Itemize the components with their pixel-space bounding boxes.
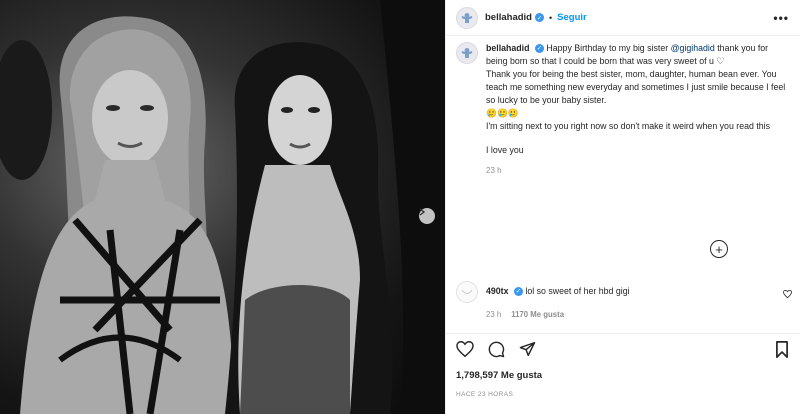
verified-badge-icon: ✓ bbox=[534, 13, 544, 22]
follow-button[interactable]: Seguir bbox=[557, 12, 587, 23]
comment-bubble-icon[interactable] bbox=[488, 341, 505, 358]
caption-line1-prefix: Happy Birthday to my big sister bbox=[546, 43, 669, 53]
caption-username[interactable]: bellahadid bbox=[486, 43, 530, 53]
plus-circle-icon: + bbox=[715, 241, 723, 257]
more-options-icon[interactable]: ••• bbox=[773, 11, 789, 25]
separator-dot: • bbox=[548, 12, 553, 23]
photo-illustration bbox=[0, 0, 445, 414]
post-actions: 1,798,597 Me gusta HACE 23 HORAS bbox=[446, 333, 800, 414]
caption-paragraph-3: I'm sitting next to you right now so don… bbox=[486, 121, 771, 131]
share-send-icon[interactable] bbox=[519, 341, 536, 357]
chevron-right-icon bbox=[419, 208, 425, 216]
commenter-avatar[interactable] bbox=[456, 281, 478, 303]
load-more-comments-button[interactable]: + bbox=[710, 240, 728, 258]
comment-time: 23 h bbox=[486, 310, 502, 319]
bookmark-icon[interactable] bbox=[775, 341, 789, 358]
angel-logo-icon bbox=[461, 12, 473, 23]
verified-badge-icon: ✓ bbox=[513, 287, 523, 297]
post-photo[interactable] bbox=[0, 0, 445, 414]
likes-count[interactable]: 1,798,597 Me gusta bbox=[456, 370, 542, 381]
caption-paragraph-4: I love you bbox=[486, 145, 524, 155]
comment-text: lol so sweet of her hbd gigi bbox=[525, 286, 630, 296]
caption-emoji: 🥲🥲🥲 bbox=[486, 108, 519, 118]
action-icons bbox=[456, 341, 536, 358]
caption-text: bellahadid ✓ Happy Birthday to my big si… bbox=[486, 42, 786, 177]
verified-badge-icon: ✓ bbox=[534, 44, 544, 54]
commenter-username[interactable]: 490tx bbox=[486, 286, 509, 296]
caption-avatar[interactable] bbox=[456, 42, 478, 64]
comment-like-icon[interactable] bbox=[783, 289, 792, 300]
post-detail-panel: bellahadid ✓ • Seguir ••• bellahadid ✓ H… bbox=[445, 0, 800, 414]
next-photo-button[interactable] bbox=[419, 208, 435, 224]
post-time: HACE 23 HORAS bbox=[456, 391, 514, 398]
angel-logo-icon bbox=[461, 48, 473, 58]
comment-likes[interactable]: 1170 Me gusta bbox=[511, 309, 564, 321]
post-view: bellahadid ✓ • Seguir ••• bellahadid ✓ H… bbox=[0, 0, 800, 414]
like-heart-icon[interactable] bbox=[456, 341, 474, 357]
post-caption: bellahadid ✓ Happy Birthday to my big si… bbox=[456, 42, 794, 177]
caption-time: 23 h bbox=[486, 166, 502, 175]
comment-item: 490tx ✓ lol so sweet of her hbd gigi 23 … bbox=[456, 281, 794, 321]
post-header: bellahadid ✓ • Seguir ••• bbox=[446, 0, 800, 36]
comment-body: 490tx ✓ lol so sweet of her hbd gigi 23 … bbox=[486, 281, 630, 321]
comment-meta: 23 h 1170 Me gusta bbox=[486, 309, 630, 321]
mention-link[interactable]: @gigihadid bbox=[671, 43, 715, 53]
smile-icon bbox=[461, 289, 473, 294]
avatar[interactable] bbox=[456, 6, 478, 29]
post-username[interactable]: bellahadid bbox=[485, 12, 532, 23]
caption-paragraph-2: Thank you for being the best sister, mom… bbox=[486, 69, 786, 105]
